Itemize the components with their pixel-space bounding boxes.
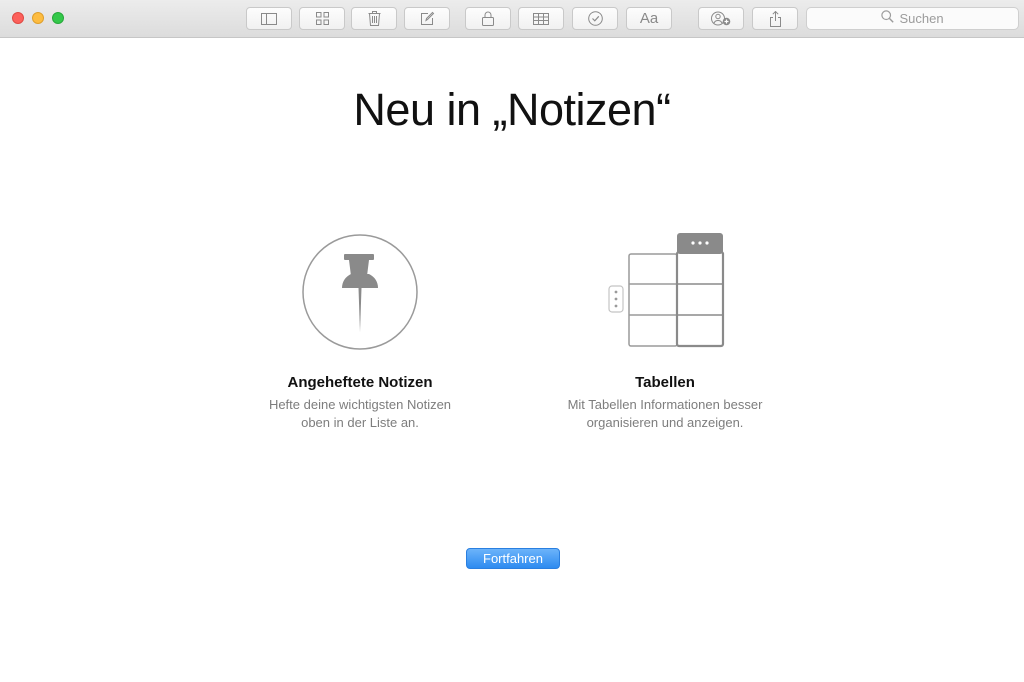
compose-icon: [420, 11, 435, 26]
search-field[interactable]: Suchen: [806, 7, 1019, 30]
new-note-button[interactable]: [404, 7, 450, 30]
window-titlebar: Aa Suchen: [0, 0, 1024, 38]
sidebar-icon: [261, 12, 277, 25]
search-icon: [881, 9, 895, 28]
table-icon: [533, 12, 549, 25]
zoom-window-button[interactable]: [52, 12, 64, 24]
toggle-sidebar-button[interactable]: [246, 7, 292, 30]
lock-note-button[interactable]: [465, 7, 511, 30]
lock-icon: [482, 11, 494, 26]
minimize-window-button[interactable]: [32, 12, 44, 24]
delete-note-button[interactable]: [351, 7, 397, 30]
feature-title: Angeheftete Notizen: [287, 374, 433, 391]
share-icon: [769, 10, 782, 27]
trash-icon: [368, 11, 381, 26]
add-people-icon: [711, 11, 731, 26]
close-window-button[interactable]: [12, 12, 24, 24]
feature-pinned-notes: Angeheftete Notizen Hefte deine wichtigs…: [220, 230, 500, 432]
format-text-button[interactable]: Aa: [626, 7, 672, 30]
welcome-title: Neu in „Notizen“: [353, 84, 671, 135]
search-placeholder: Suchen: [899, 11, 944, 26]
grid-view-icon: [315, 12, 329, 25]
insert-table-button[interactable]: [518, 7, 564, 30]
continue-button[interactable]: Fortfahren: [466, 548, 560, 569]
feature-description: Hefte deine wichtigsten Notizen oben in …: [268, 397, 452, 430]
pin-illustration: [220, 230, 500, 354]
feature-title: Tabellen: [635, 374, 695, 391]
share-button[interactable]: [752, 7, 798, 30]
gallery-view-button[interactable]: [299, 7, 345, 30]
text-format-icon: Aa: [639, 10, 659, 27]
checklist-icon: [587, 11, 603, 26]
checklist-button[interactable]: [572, 7, 618, 30]
feature-tables: Tabellen Mit Tabellen Informationen bess…: [525, 230, 805, 432]
tables-illustration: [525, 230, 805, 354]
feature-description: Mit Tabellen Informationen besser organi…: [567, 397, 763, 430]
add-people-button[interactable]: [698, 7, 744, 30]
